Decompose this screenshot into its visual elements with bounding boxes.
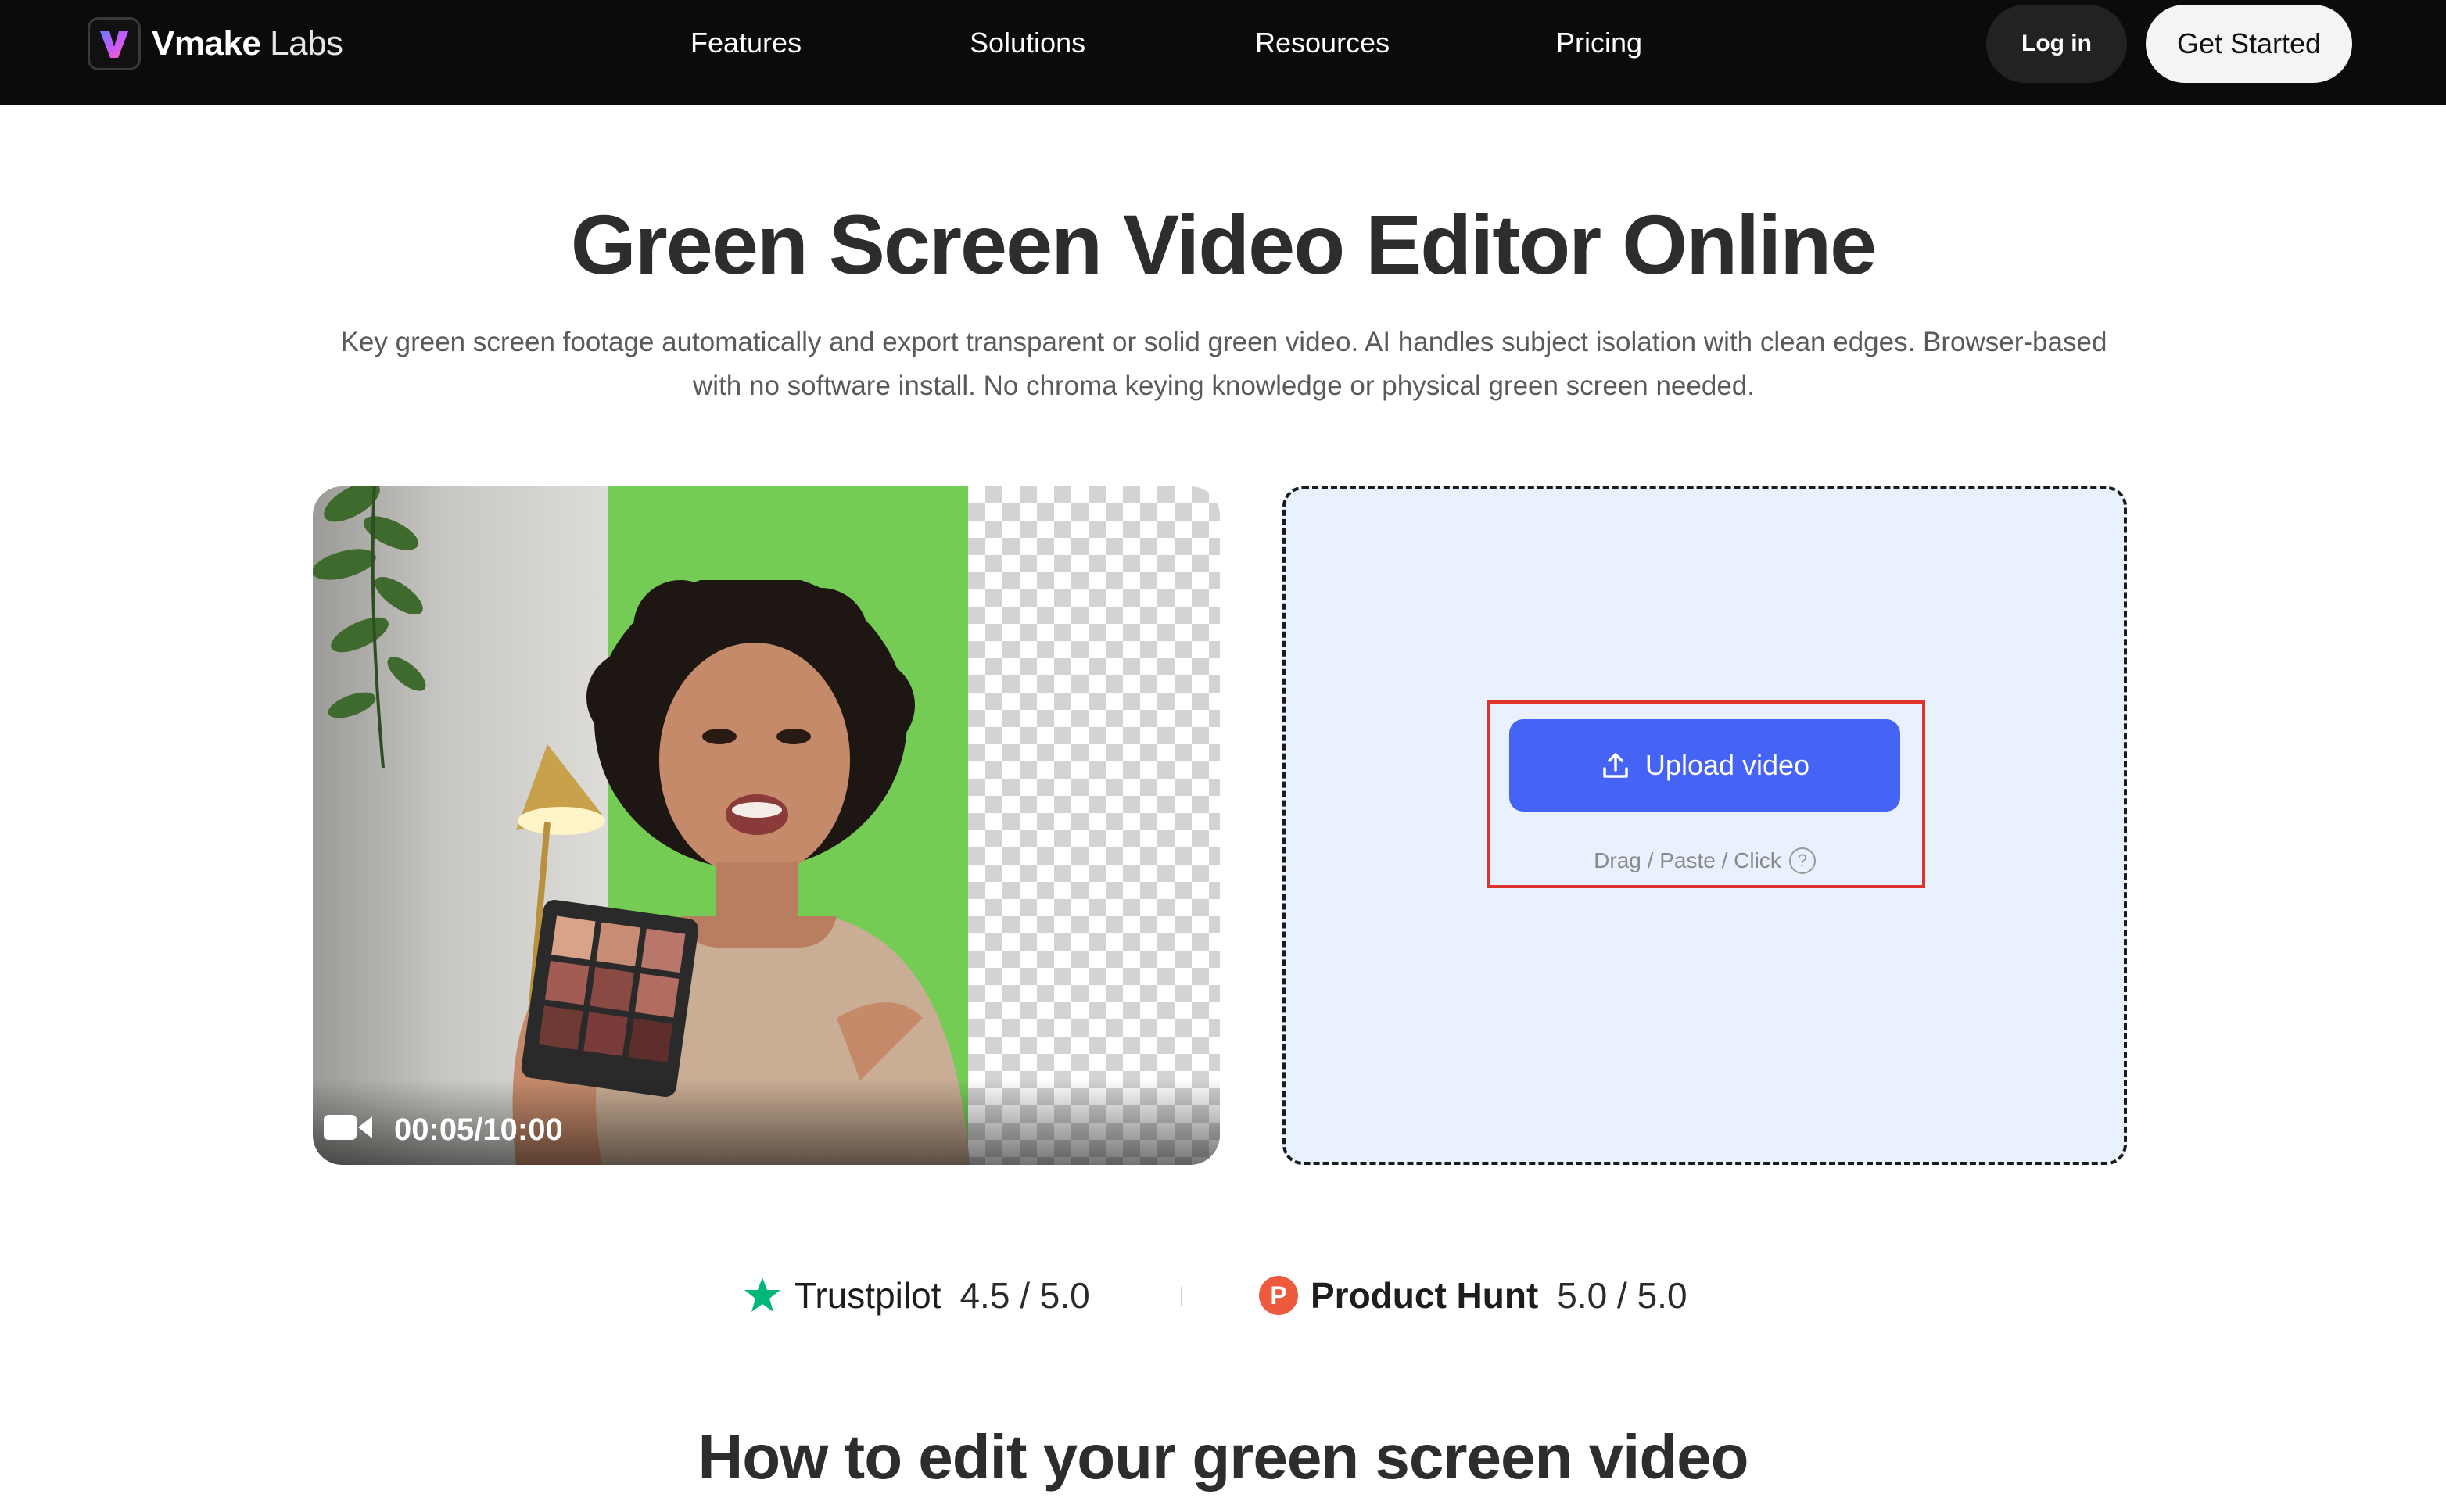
video-timestamp: 00:05/10:00 [394, 1113, 563, 1147]
trustpilot-brand: Trustpilot [794, 1275, 941, 1316]
upload-icon [1603, 753, 1628, 778]
video-camera-icon [324, 1115, 372, 1140]
producthunt-brand: Product Hunt [1311, 1275, 1539, 1316]
producthunt-icon: P [1259, 1276, 1298, 1315]
nav-link-solutions[interactable]: Solutions [970, 27, 1085, 59]
trustpilot-star-icon [744, 1277, 780, 1312]
upload-video-label: Upload video [1644, 749, 1810, 781]
trustpilot-rating[interactable]: Trustpilot 4.5 / 5.0 [743, 1268, 1090, 1323]
upload-video-button[interactable]: Upload video [1509, 719, 1900, 812]
plant-illustration [313, 486, 426, 769]
trustpilot-score: 4.5 / 5.0 [959, 1275, 1090, 1316]
login-button[interactable]: Log in [1986, 5, 2127, 83]
upload-hint-text: Drag / Paste / Click [1594, 848, 1781, 872]
ratings-divider [1181, 1287, 1182, 1306]
help-icon[interactable]: ? [1788, 847, 1816, 874]
presenter-illustration [512, 580, 970, 1165]
get-started-button[interactable]: Get Started [2146, 5, 2352, 83]
nav-link-resources[interactable]: Resources [1255, 27, 1390, 59]
producthunt-score: 5.0 / 5.0 [1557, 1275, 1687, 1316]
nav-link-features[interactable]: Features [690, 27, 802, 59]
producthunt-rating[interactable]: P Product Hunt 5.0 / 5.0 [1259, 1268, 1687, 1323]
page-subtitle: Key green screen footage automatically a… [340, 327, 2107, 401]
page-title: Green Screen Video Editor Online [570, 197, 1877, 292]
nav-link-pricing[interactable]: Pricing [1556, 27, 1642, 59]
video-preview[interactable]: 00:05/10:00 [313, 486, 1220, 1165]
upload-hint: Drag / Paste / Click ? [1509, 847, 1900, 874]
top-nav: Vmake Labs Features Solutions Resources … [0, 0, 2446, 105]
how-to-section-title: How to edit your green screen video [698, 1422, 1748, 1492]
